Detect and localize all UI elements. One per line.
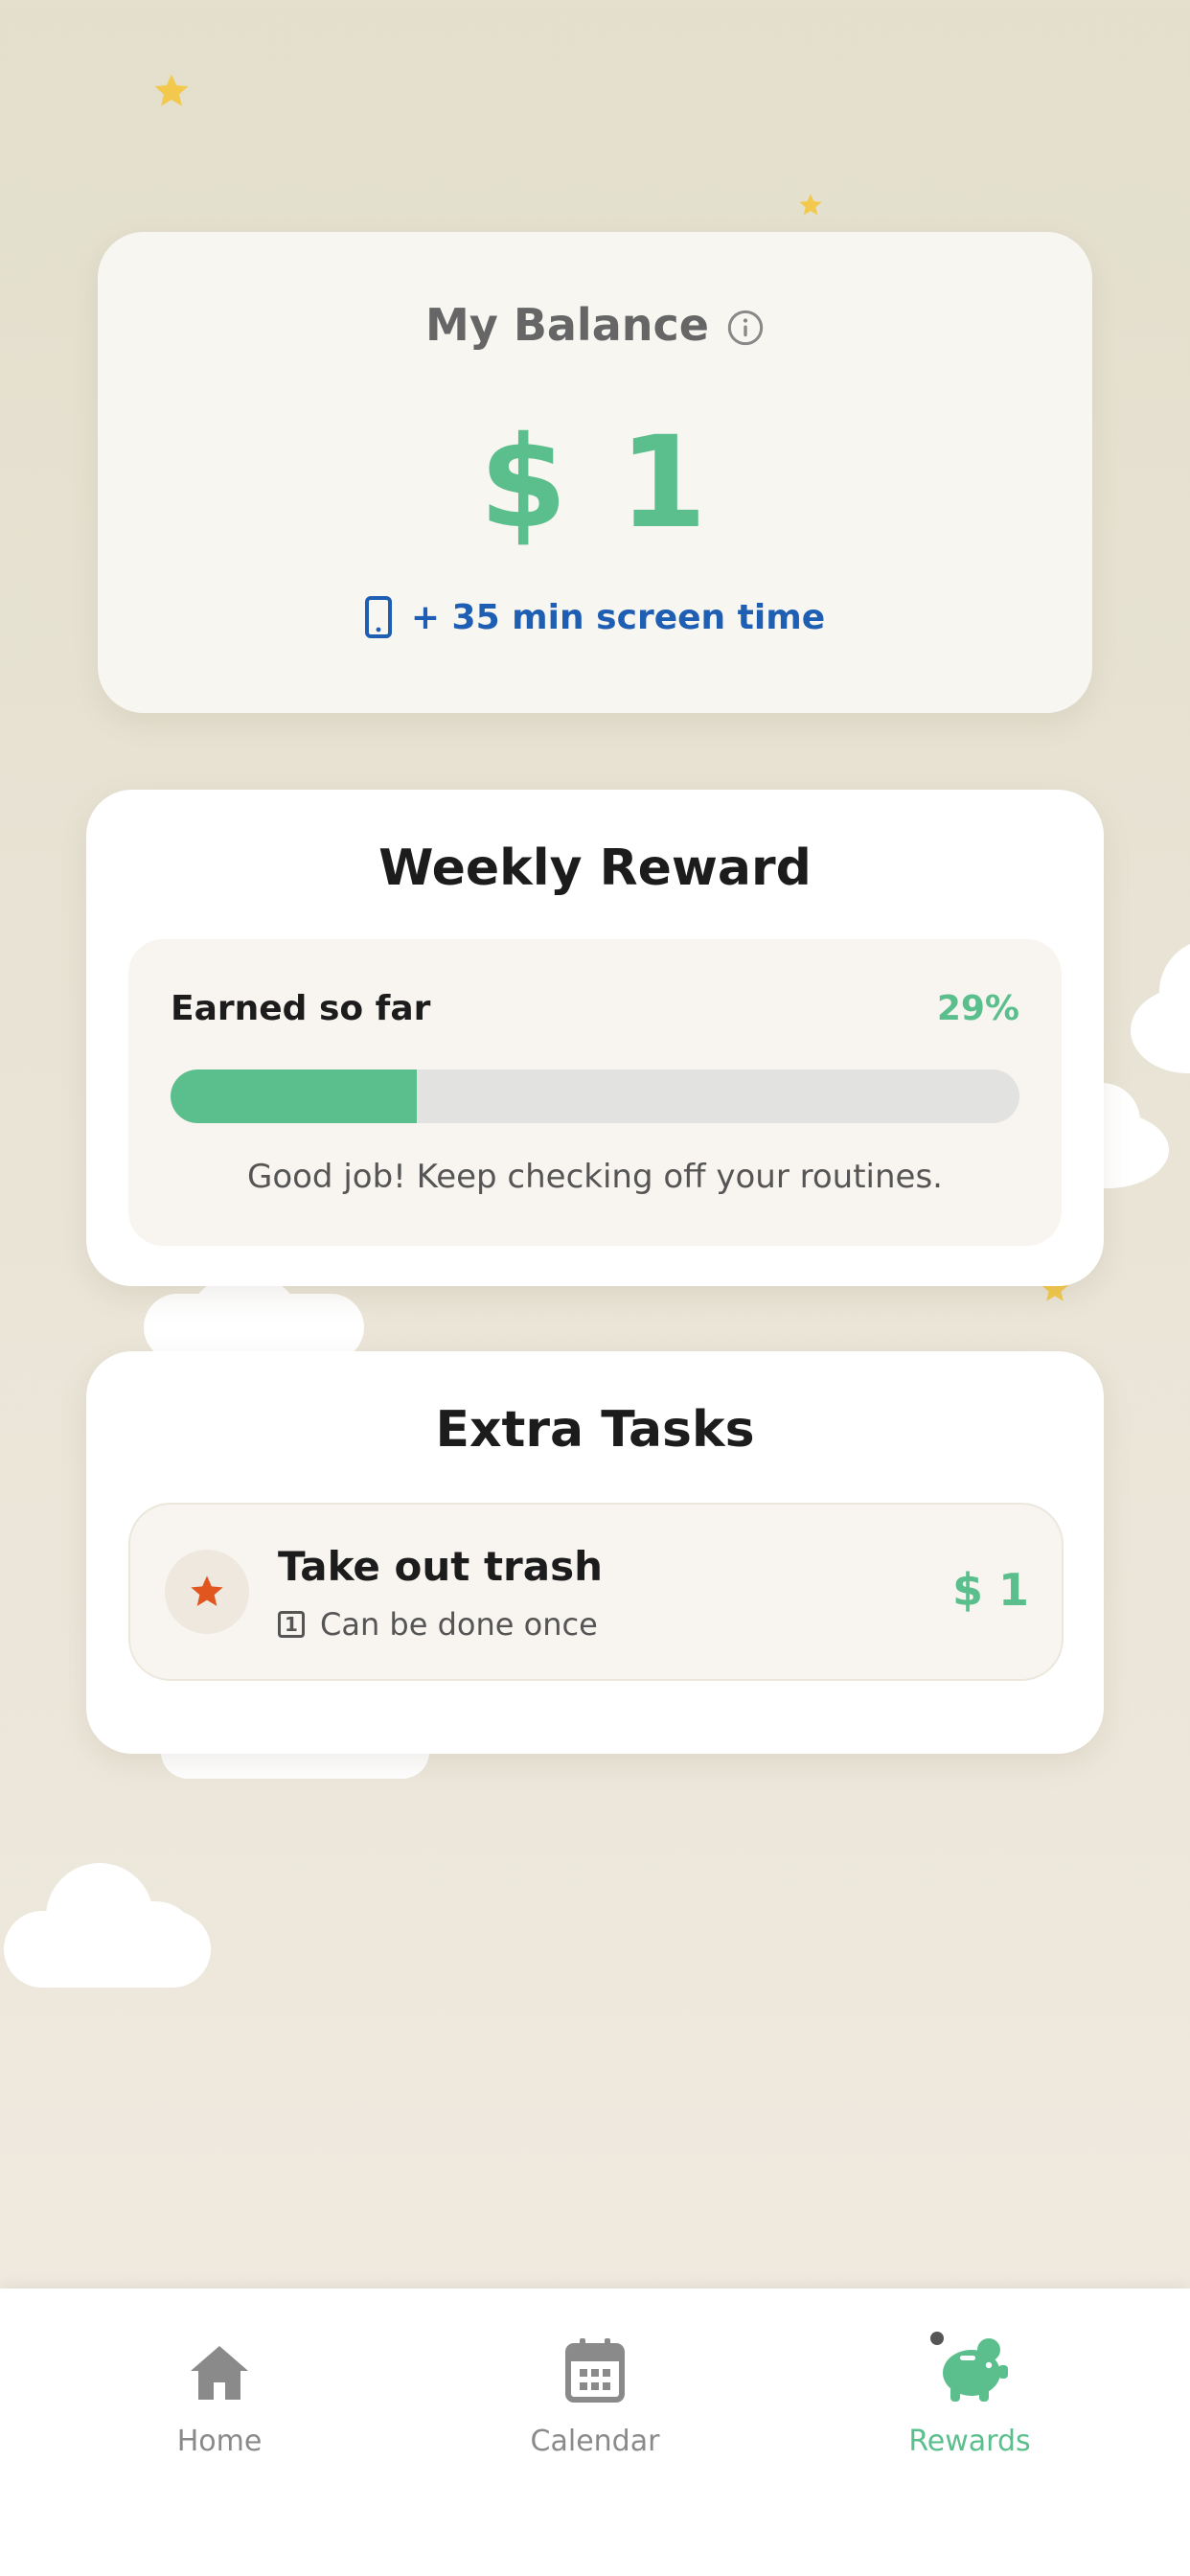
balance-header: My Balance [98,299,1092,351]
screen-time-reward: + 35 min screen time [98,596,1092,638]
screen-time-text: + 35 min screen time [410,597,826,637]
bottom-tab-bar: Home Calendar Rewards [0,2288,1190,2576]
star-icon [191,1576,223,1606]
balance-title: My Balance [425,299,709,351]
task-amount: $ 1 [951,1564,1029,1616]
task-title: Take out trash [278,1543,603,1590]
task-badge [165,1550,249,1634]
tab-rewards-label: Rewards [908,2425,1031,2458]
tab-home[interactable]: Home [76,2331,363,2458]
decorative-cloud [4,1863,211,1988]
weekly-reward-title: Weekly Reward [378,840,812,897]
once-counter-icon: 1 [278,1611,305,1638]
task-subtitle-text: Can be done once [320,1606,598,1643]
decorative-cloud [1121,920,1190,1073]
task-subtitle: 1 Can be done once [278,1606,598,1643]
tab-rewards[interactable]: Rewards [826,2331,1113,2458]
progress-bar [171,1070,1019,1123]
tab-home-label: Home [176,2425,263,2458]
decorative-cloud [144,1275,364,1361]
home-icon [191,2346,248,2400]
calendar-icon [565,2338,625,2403]
extra-tasks-title: Extra Tasks [435,1401,755,1459]
task-item[interactable]: Take out trash 1 Can be done once $ 1 [128,1503,1064,1681]
tab-calendar-label: Calendar [530,2425,660,2458]
earned-label: Earned so far [171,989,431,1028]
extra-tasks-card: Extra Tasks Take out trash 1 Can be done… [86,1351,1104,1754]
decorative-star-icon [151,71,192,111]
piggy-bank-icon [930,2332,1008,2402]
phone-icon [364,596,392,638]
weekly-progress-panel: Earned so far 29% Good job! Keep checkin… [128,939,1062,1246]
tab-calendar[interactable]: Calendar [451,2331,739,2458]
weekly-reward-card: Weekly Reward Earned so far 29% Good job… [86,790,1104,1286]
encouragement-message: Good job! Keep checking off your routine… [246,1158,943,1196]
earned-percent: 29% [936,989,1019,1028]
progress-bar-fill [171,1070,417,1123]
balance-card: My Balance $ 1 + 35 min screen time [98,232,1092,713]
balance-amount: $ 1 [479,409,711,557]
decorative-star-icon [797,192,824,218]
info-icon[interactable] [726,306,765,346]
